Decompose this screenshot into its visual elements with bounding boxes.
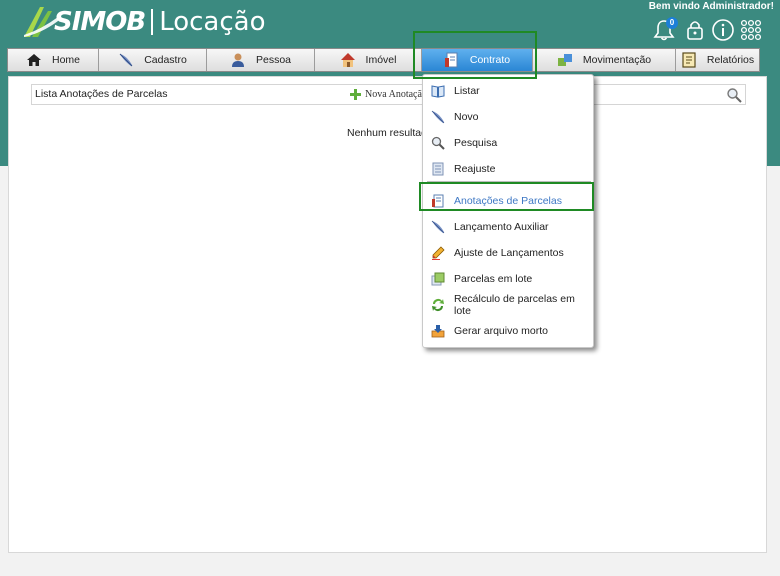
nav-label: Imóvel [365, 54, 397, 66]
menu-item-label: Lançamento Auxiliar [454, 221, 549, 233]
nav-label: Home [51, 54, 80, 66]
transfer-icon [557, 54, 572, 66]
menu-item-label: Reajuste [454, 163, 496, 175]
refresh-icon [432, 299, 444, 311]
logo-product: Locação [159, 7, 266, 37]
nav-label: Contrato [469, 54, 511, 66]
welcome-message: Bem vindo Administrador! [648, 1, 774, 12]
nav-item-pessoa[interactable]: Pessoa [207, 49, 315, 71]
notes-icon [432, 194, 444, 208]
info-icon[interactable] [711, 18, 735, 42]
content-panel: Lista Anotações de Parcelas Nova Anotaçã… [8, 76, 767, 553]
house-icon [340, 53, 355, 67]
nav-item-home[interactable]: Home [8, 49, 99, 71]
nav-item-movimentacao[interactable]: Movimentação [533, 49, 676, 71]
nav-label: Relatórios [706, 54, 755, 66]
menu-item-gerar-arquivo-morto[interactable]: Gerar arquivo morto [423, 321, 593, 341]
home-icon [26, 54, 41, 66]
logo-brand: SIMOB [54, 7, 146, 37]
menu-item-novo[interactable]: Novo [423, 107, 593, 127]
menu-item-reajuste[interactable]: Reajuste [423, 159, 593, 179]
nav-label: Pessoa [255, 54, 292, 66]
search-icon[interactable] [726, 87, 742, 103]
pencil-icon [432, 246, 445, 260]
logo-divider [151, 9, 154, 35]
plus-icon [350, 89, 361, 100]
person-icon [231, 53, 244, 67]
document-icon [432, 162, 444, 176]
menu-item-anotacoes-de-parcelas[interactable]: Anotações de Parcelas [423, 191, 593, 211]
nav-label: Movimentação [582, 54, 652, 66]
menu-item-label: Ajuste de Lançamentos [454, 247, 564, 259]
notification-badge: 0 [666, 17, 678, 29]
feather-icon [431, 220, 445, 234]
menu-item-ajuste-de-lancamentos[interactable]: Ajuste de Lançamentos [423, 243, 593, 263]
feather-icon [431, 110, 445, 124]
menu-separator [427, 181, 591, 182]
app-logo[interactable]: SIMOB Locação [22, 2, 266, 42]
menu-item-pesquisa[interactable]: Pesquisa [423, 133, 593, 153]
menu-item-label: Pesquisa [454, 137, 498, 149]
nav-item-cadastro[interactable]: Cadastro [99, 49, 207, 71]
menu-item-parcelas-em-lote[interactable]: Parcelas em lote [423, 269, 593, 289]
nav-label: Cadastro [144, 54, 187, 66]
list-toolbar: Lista Anotações de Parcelas Nova Anotaçã… [31, 84, 746, 105]
list-title: Lista Anotações de Parcelas [35, 88, 168, 100]
menu-item-lancamento-auxiliar[interactable]: Lançamento Auxiliar [423, 217, 593, 237]
batch-icon [431, 272, 445, 286]
menu-item-label: Anotações de Parcelas [454, 195, 562, 207]
nav-item-contrato[interactable]: Contrato [422, 49, 533, 71]
menu-item-label: Gerar arquivo morto [454, 325, 548, 337]
menu-item-label: Recálculo de parcelas em lote [454, 293, 575, 317]
book-icon [431, 85, 445, 98]
feather-icon [119, 53, 133, 67]
lock-icon[interactable] [683, 18, 707, 42]
report-icon [682, 52, 696, 68]
magnifier-icon [431, 136, 445, 150]
empty-results-message: Nenhum resultado [347, 127, 433, 139]
download-icon [431, 325, 445, 338]
new-annotation-link[interactable]: Nova Anotação [350, 89, 427, 100]
nav-item-imovel[interactable]: Imóvel [315, 49, 422, 71]
menu-item-label: Novo [454, 111, 479, 123]
main-navbar: Home Cadastro Pessoa Imóvel Contrato Mov… [7, 48, 760, 72]
menu-item-label: Listar [454, 85, 480, 97]
nav-item-relatorios[interactable]: Relatórios [676, 49, 759, 71]
contract-icon [444, 52, 458, 68]
new-annotation-label: Nova Anotação [365, 89, 427, 100]
menu-item-listar[interactable]: Listar [423, 81, 593, 101]
menu-item-label: Parcelas em lote [454, 273, 533, 285]
menu-item-recalculo-de-parcelas-em-lote[interactable]: Recálculo de parcelas em lote [423, 293, 593, 317]
contrato-dropdown-menu: Listar Novo Pesquisa Reajuste Anotações … [422, 74, 594, 348]
apps-grid-icon[interactable] [739, 18, 763, 42]
